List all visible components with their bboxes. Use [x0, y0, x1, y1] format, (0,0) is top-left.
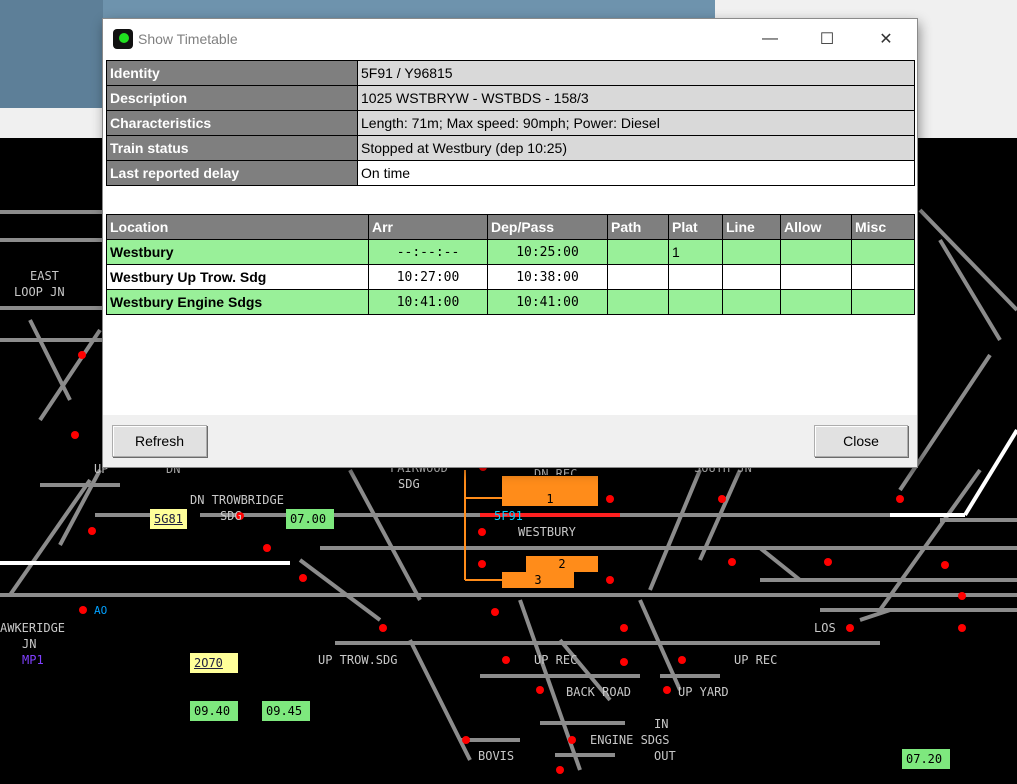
refresh-button[interactable]: Refresh	[112, 425, 207, 457]
info-key: Characteristics	[106, 110, 358, 136]
label-westbury: WESTBURY	[518, 525, 576, 539]
col-allow[interactable]: Allow	[780, 214, 852, 240]
cell-allow	[780, 264, 852, 290]
cell-path	[607, 264, 669, 290]
cell-dep: 10:41:00	[487, 289, 608, 315]
cell-dep: 10:38:00	[487, 264, 608, 290]
label-fairwood-sdg: SDG	[398, 477, 420, 491]
platform-1: 1	[502, 476, 598, 506]
cell-arr: 10:41:00	[368, 289, 488, 315]
label-up-yard: UP YARD	[678, 685, 729, 699]
cell-arr: --:--:--	[368, 239, 488, 265]
label-hawkeridge-jn: JN	[22, 637, 37, 651]
label-back-road: BACK ROAD	[566, 685, 632, 699]
info-row-train-status: Train status Stopped at Westbury (dep 10…	[106, 135, 915, 161]
show-timetable-dialog: Show Timetable — ☐ ✕ Identity 5F91 / Y96…	[103, 19, 917, 467]
cell-misc	[851, 239, 915, 265]
label-up-rec-2: UP REC	[734, 653, 778, 667]
info-value: Stopped at Westbury (dep 10:25)	[357, 135, 915, 161]
info-value: 1025 WSTBRYW - WSTBDS - 158/3	[357, 85, 915, 111]
col-misc[interactable]: Misc	[851, 214, 915, 240]
info-key: Description	[106, 85, 358, 111]
platform-3: 3	[502, 572, 574, 588]
label-engine-sdgs: ENGINE SDGS	[590, 733, 670, 747]
cell-misc	[851, 264, 915, 290]
label-up-trow-sdg: UP TROW.SDG	[318, 653, 398, 667]
cell-allow	[780, 239, 852, 265]
table-row[interactable]: Westbury Up Trow. Sdg 10:27:00 10:38:00	[106, 264, 915, 290]
cell-location: Westbury Engine Sdgs	[106, 289, 369, 315]
title-bar[interactable]: Show Timetable — ☐ ✕	[103, 19, 917, 59]
info-row-identity: Identity 5F91 / Y96815	[106, 60, 915, 86]
cell-line	[722, 239, 781, 265]
platform-2: 2	[526, 556, 598, 572]
dialog-content: Identity 5F91 / Y96815 Description 1025 …	[103, 59, 917, 415]
info-key: Identity	[106, 60, 358, 86]
train-info-table: Identity 5F91 / Y96815 Description 1025 …	[106, 60, 915, 186]
timer-0945[interactable]: 09.45	[262, 701, 310, 721]
minimize-button[interactable]: —	[756, 27, 784, 51]
timetable-table: Location Arr Dep/Pass Path Plat Line All…	[106, 214, 915, 315]
close-button[interactable]: Close	[814, 425, 908, 457]
label-out: OUT	[654, 749, 676, 763]
label-loop-jn: LOOP JN	[14, 285, 65, 299]
cell-line	[722, 264, 781, 290]
cell-location: Westbury Up Trow. Sdg	[106, 264, 369, 290]
label-ao: AO	[94, 604, 108, 617]
cell-allow	[780, 289, 852, 315]
col-dep-pass[interactable]: Dep/Pass	[487, 214, 608, 240]
col-location[interactable]: Location	[106, 214, 369, 240]
label-in: IN	[654, 717, 669, 731]
describer-2o70[interactable]: 2O70	[190, 653, 238, 673]
label-dn-trowbridge-sdg: SDG	[220, 509, 242, 523]
cell-line	[722, 289, 781, 315]
label-up-rec-1: UP REC	[534, 653, 578, 667]
app-signal-icon	[113, 29, 133, 49]
cell-dep: 10:25:00	[487, 239, 608, 265]
info-key: Train status	[106, 135, 358, 161]
cell-location: Westbury	[106, 239, 369, 265]
col-path[interactable]: Path	[607, 214, 669, 240]
label-east: EAST	[30, 269, 59, 283]
timer-0720[interactable]: 07.20	[902, 749, 950, 769]
label-bovis: BOVIS	[478, 749, 515, 763]
describer-5g81[interactable]: 5G81	[150, 509, 187, 529]
label-los: LOS	[814, 621, 836, 635]
info-value: Length: 71m; Max speed: 90mph; Power: Di…	[357, 110, 915, 136]
info-key: Last reported delay	[106, 160, 358, 186]
cell-misc	[851, 289, 915, 315]
window-close-button[interactable]: ✕	[872, 27, 900, 51]
cell-path	[607, 239, 669, 265]
table-row[interactable]: Westbury Engine Sdgs 10:41:00 10:41:00	[106, 289, 915, 315]
table-row[interactable]: Westbury --:--:-- 10:25:00 1	[106, 239, 915, 265]
dialog-footer: Refresh Close	[103, 415, 917, 467]
cell-arr: 10:27:00	[368, 264, 488, 290]
label-dn-rec: DN REC	[534, 467, 578, 475]
col-arr[interactable]: Arr	[368, 214, 488, 240]
maximize-button[interactable]: ☐	[813, 27, 841, 51]
info-row-last-delay: Last reported delay On time	[106, 160, 915, 186]
info-value: On time	[357, 160, 915, 186]
cell-plat	[668, 264, 723, 290]
timer-0940[interactable]: 09.40	[190, 701, 238, 721]
label-mp1: MP1	[22, 653, 44, 667]
info-row-characteristics: Characteristics Length: 71m; Max speed: …	[106, 110, 915, 136]
col-plat[interactable]: Plat	[668, 214, 723, 240]
label-hawkeridge: AWKERIDGE	[0, 621, 66, 635]
dialog-title: Show Timetable	[138, 31, 238, 47]
label-dn-trowbridge: DN TROWBRIDGE	[190, 493, 284, 507]
train-id-label[interactable]: 5F91	[494, 509, 523, 523]
timetable-header-row: Location Arr Dep/Pass Path Plat Line All…	[106, 214, 915, 240]
info-value: 5F91 / Y96815	[357, 60, 915, 86]
info-row-description: Description 1025 WSTBRYW - WSTBDS - 158/…	[106, 85, 915, 111]
cell-plat: 1	[668, 239, 723, 265]
cell-plat	[668, 289, 723, 315]
timer-0700[interactable]: 07.00	[286, 509, 334, 529]
cell-path	[607, 289, 669, 315]
col-line[interactable]: Line	[722, 214, 781, 240]
